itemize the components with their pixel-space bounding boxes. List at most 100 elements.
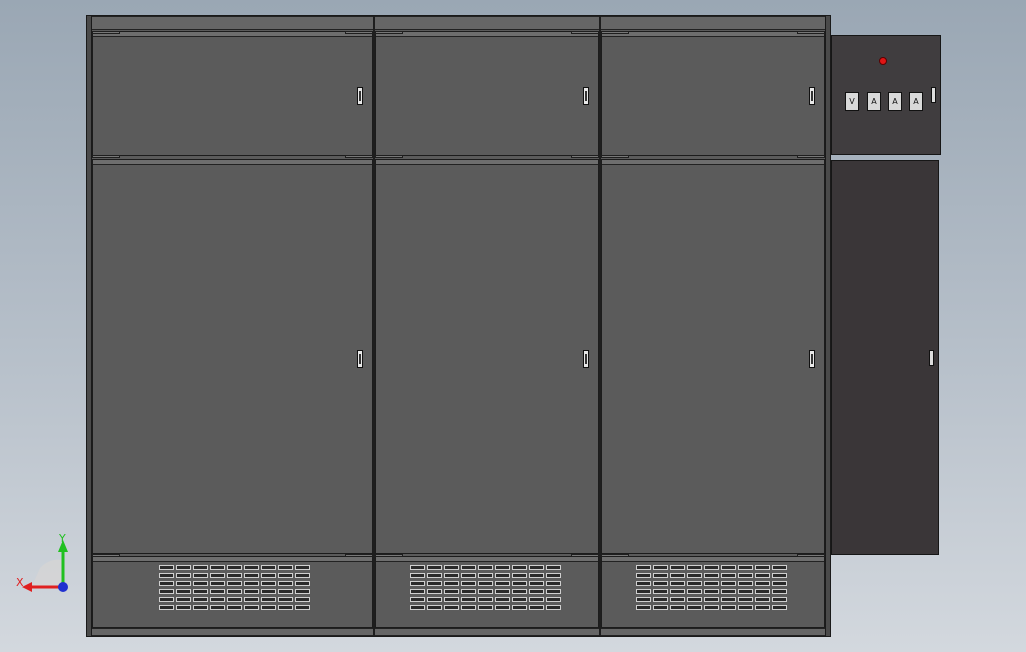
vent-slot — [670, 589, 685, 594]
vent-slot — [738, 597, 753, 602]
vent-slot — [636, 589, 651, 594]
vent-slot — [410, 581, 425, 586]
vent-slot — [704, 605, 719, 610]
vent-slot — [512, 565, 527, 570]
vent-slot — [193, 589, 208, 594]
vent-slot — [176, 573, 191, 578]
vent-slot — [244, 581, 259, 586]
door-handle[interactable] — [583, 350, 589, 368]
upper-door-1[interactable] — [92, 31, 373, 156]
vent-slot — [210, 573, 225, 578]
vent-slot — [687, 589, 702, 594]
door-top-bar — [376, 160, 598, 165]
upper-door-3[interactable] — [601, 31, 825, 156]
vent-slot — [772, 589, 787, 594]
meter-label: A — [913, 97, 919, 106]
hinge — [375, 554, 403, 557]
vent-slot — [193, 605, 208, 610]
vent-slot — [295, 589, 310, 594]
door-handle[interactable] — [809, 350, 815, 368]
vent-slot — [670, 573, 685, 578]
vent-slot — [295, 581, 310, 586]
control-box-upper[interactable]: V A A A — [831, 35, 941, 155]
main-door-3[interactable] — [601, 159, 825, 554]
vent-slot — [444, 581, 459, 586]
vent-slot — [278, 597, 293, 602]
door-handle[interactable] — [357, 350, 363, 368]
vent-slot — [636, 597, 651, 602]
vent-slot — [444, 573, 459, 578]
vent-slot — [159, 597, 174, 602]
vent-slot — [227, 573, 242, 578]
z-axis-dot — [58, 582, 68, 592]
main-door-2[interactable] — [375, 159, 599, 554]
hinge — [797, 155, 825, 158]
vent-slot — [444, 597, 459, 602]
door-handle[interactable] — [357, 87, 363, 105]
vent-slot — [738, 605, 753, 610]
control-box-handle[interactable] — [929, 350, 934, 366]
vent-panel-3[interactable] — [601, 556, 825, 628]
vent-slot — [738, 589, 753, 594]
vent-panel-1[interactable] — [92, 556, 373, 628]
vent-panel-2[interactable] — [375, 556, 599, 628]
orientation-triad: X Y — [16, 532, 68, 592]
vent-slot — [670, 565, 685, 570]
vent-slot — [546, 565, 561, 570]
meter-a: A — [888, 92, 902, 111]
vent-slot — [159, 573, 174, 578]
vent-slot — [461, 597, 476, 602]
vent-slot — [410, 605, 425, 610]
upper-door-2[interactable] — [375, 31, 599, 156]
vent-slot — [738, 565, 753, 570]
main-door-1[interactable] — [92, 159, 373, 554]
vent-slot — [636, 573, 651, 578]
vent-slot — [427, 589, 442, 594]
vent-slot — [278, 605, 293, 610]
vent-grille — [636, 565, 787, 610]
vent-slot — [244, 597, 259, 602]
vent-slot — [704, 589, 719, 594]
vent-grille — [410, 565, 561, 610]
vent-slot — [461, 581, 476, 586]
vent-slot — [278, 573, 293, 578]
vent-slot — [410, 573, 425, 578]
vent-slot — [495, 597, 510, 602]
hinge — [375, 155, 403, 158]
control-box-lower-door[interactable] — [831, 160, 939, 555]
vent-slot — [721, 597, 736, 602]
vent-slot — [687, 565, 702, 570]
vent-slot — [278, 589, 293, 594]
vent-slot — [176, 589, 191, 594]
door-top-bar — [602, 557, 824, 562]
cabinet-assembly[interactable] — [86, 15, 831, 637]
vent-slot — [261, 573, 276, 578]
vent-slot — [772, 573, 787, 578]
hinge — [92, 155, 120, 158]
hinge — [345, 155, 373, 158]
vent-slot — [410, 597, 425, 602]
top-frame — [91, 16, 826, 30]
vent-slot — [193, 581, 208, 586]
vent-slot — [687, 581, 702, 586]
door-top-bar — [376, 557, 598, 562]
control-box-handle[interactable] — [931, 87, 936, 103]
vent-slot — [478, 605, 493, 610]
vent-slot — [461, 605, 476, 610]
bottom-frame — [91, 628, 826, 636]
vent-slot — [478, 581, 493, 586]
door-top-bar — [602, 32, 824, 37]
vent-slot — [653, 565, 668, 570]
door-handle[interactable] — [809, 87, 815, 105]
vent-slot — [546, 589, 561, 594]
door-handle[interactable] — [583, 87, 589, 105]
vent-slot — [227, 597, 242, 602]
hinge — [601, 554, 629, 557]
hinge — [797, 31, 825, 34]
vent-slot — [495, 605, 510, 610]
vent-slot — [512, 589, 527, 594]
vent-slot — [529, 565, 544, 570]
vent-slot — [772, 565, 787, 570]
hinge — [601, 155, 629, 158]
right-post — [825, 16, 830, 636]
